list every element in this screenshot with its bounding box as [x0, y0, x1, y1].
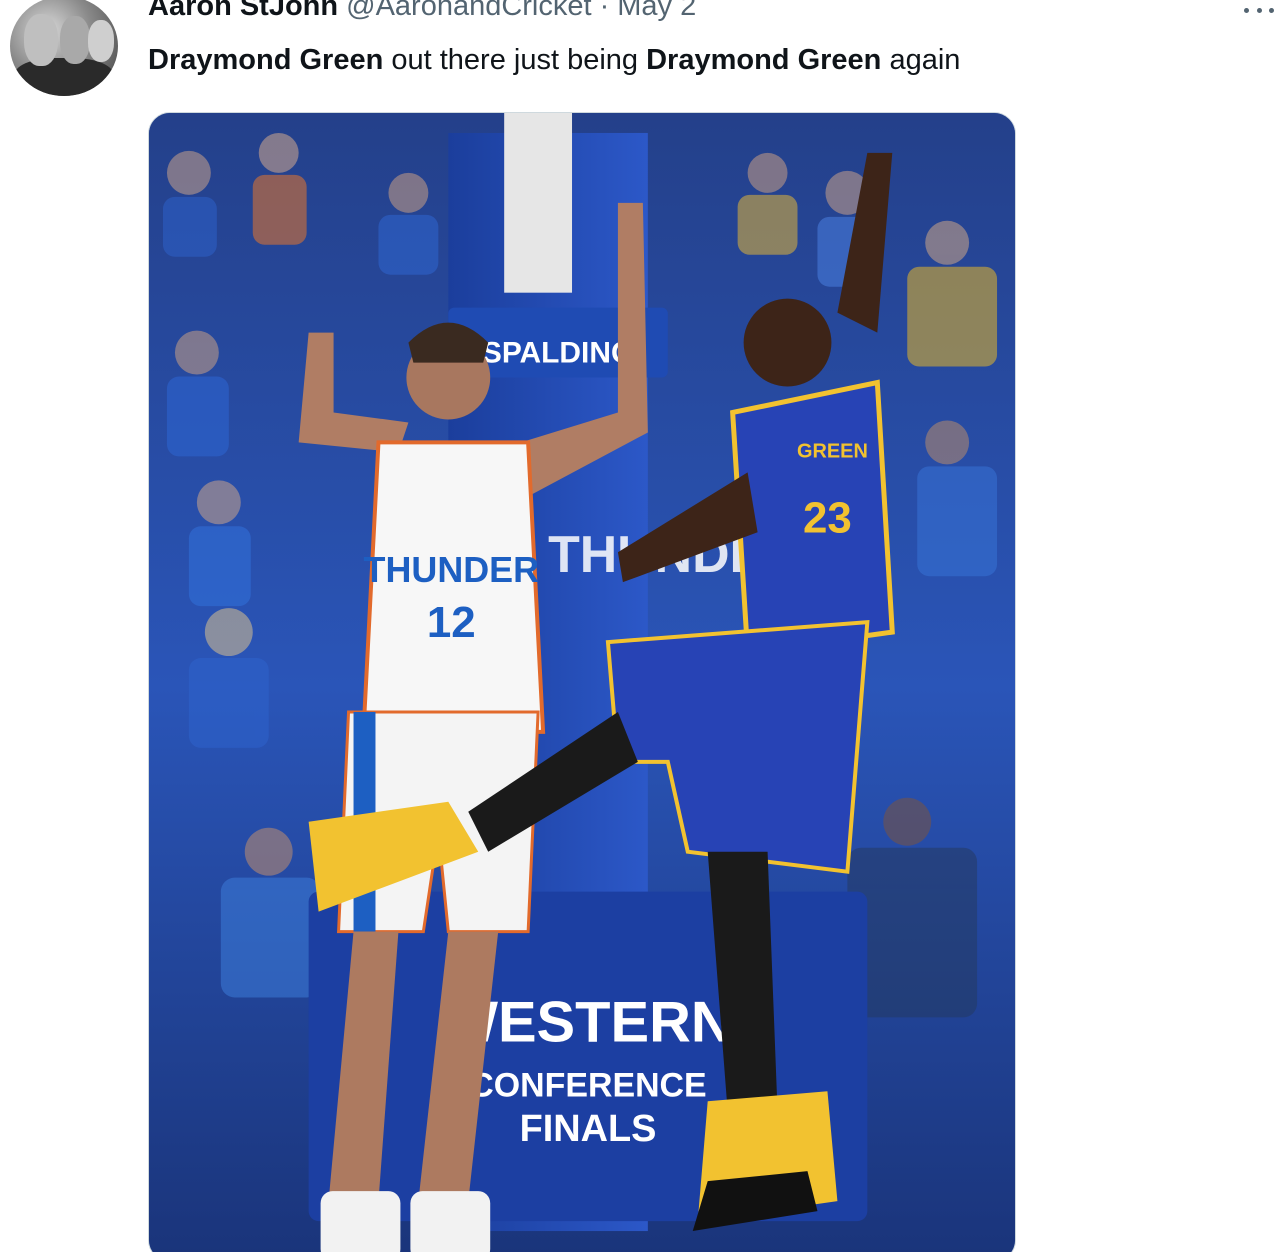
- separator-dot: ·: [599, 0, 610, 22]
- banner-line2: CONFERENCE: [469, 1066, 706, 1104]
- player1-team: THUNDER: [364, 549, 540, 590]
- tweet-text: Draymond Green out there just being Dray…: [148, 44, 961, 76]
- player1-number: 12: [427, 598, 476, 647]
- basketball-photo: SPALDING THUNDER WESTERN CONFERENCE FINA…: [149, 113, 1015, 1252]
- author-handle[interactable]: @AaronandCricket: [346, 0, 591, 23]
- author-display-name[interactable]: Aaron StJohn: [148, 0, 338, 23]
- mention-text: Draymond Green: [646, 44, 882, 76]
- avatar[interactable]: [10, 0, 118, 96]
- more-horizontal-icon[interactable]: [1244, 4, 1274, 16]
- player2-number: 23: [803, 493, 852, 542]
- tweet-header: Aaron StJohn @AaronandCricket · May 2: [148, 0, 696, 30]
- tweet[interactable]: Aaron StJohn @AaronandCricket · May 2 Dr…: [0, 0, 1282, 1252]
- tweet-date[interactable]: May 2: [617, 0, 696, 23]
- banner-line3: FINALS: [520, 1108, 657, 1150]
- mention-text: Draymond Green: [148, 44, 384, 76]
- tweet-photo[interactable]: SPALDING THUNDER WESTERN CONFERENCE FINA…: [148, 112, 1016, 1252]
- backboard-brand: SPALDING: [482, 337, 634, 370]
- player2-name: GREEN: [797, 440, 868, 462]
